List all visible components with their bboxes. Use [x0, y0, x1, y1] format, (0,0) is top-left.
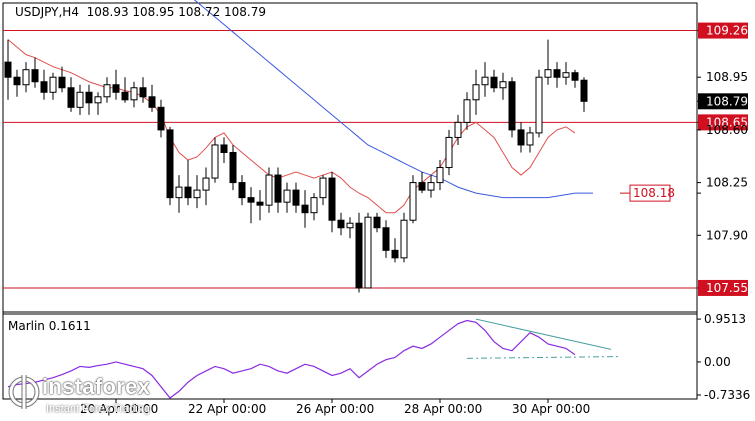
candle-body [148, 96, 156, 108]
instaforex-logo-icon [8, 375, 40, 409]
chart-header: USDJPY,H4 108.93 108.95 108.72 108.79 [15, 5, 266, 19]
candle-body [490, 76, 498, 89]
candle-body [40, 81, 48, 93]
candle-body [418, 182, 426, 191]
candle-body [157, 106, 165, 131]
watermark-tagline: Instant Forex Trading [46, 403, 150, 415]
candle-body [301, 204, 309, 214]
candle-body [247, 197, 255, 203]
candle-body [355, 222, 363, 289]
osc-y-tick-label: -0.7336 [704, 388, 750, 402]
candle-body [166, 129, 174, 199]
candle-body [310, 197, 318, 214]
fast-ma-line [7, 39, 576, 214]
candle-body [220, 144, 228, 153]
candle-body [193, 189, 201, 199]
symbol-label: USDJPY,H4 [15, 5, 79, 19]
candle-body [319, 177, 327, 199]
y-tick-label: 108.25 [706, 176, 748, 190]
candle-body [562, 72, 570, 78]
candle-body [337, 219, 345, 229]
candle-body [58, 76, 66, 89]
x-tick-label: 28 Apr 00:00 [404, 402, 482, 416]
candle-body [274, 174, 282, 203]
x-tick-label: 26 Apr 00:00 [296, 402, 374, 416]
x-tick-label: 22 Apr 00:00 [188, 402, 266, 416]
candle-body [553, 69, 561, 78]
candle-body [22, 69, 30, 86]
candle-body [373, 216, 381, 229]
candle-body [211, 144, 219, 179]
candle-body [535, 76, 543, 134]
candle-body [454, 121, 462, 138]
candle-body [499, 81, 507, 89]
y-tick-label: 109.26 [706, 24, 748, 38]
candle-body [427, 182, 435, 191]
y-tick-label: 107.90 [706, 228, 748, 242]
ohlc-label: 108.93 108.95 108.72 108.79 [86, 5, 267, 19]
candle-body [544, 69, 552, 78]
candle-body [49, 76, 57, 93]
indicator-label: Marlin 0.1611 [8, 319, 91, 333]
candle-body [364, 216, 372, 289]
candle-body [4, 61, 12, 78]
candle-body [31, 69, 39, 83]
candle-body [238, 182, 246, 199]
candle-body [202, 177, 210, 191]
candle-body [283, 189, 291, 203]
candle-body [571, 72, 579, 81]
candle-body [103, 84, 111, 98]
y-tick-label: 108.60 [706, 123, 748, 137]
candle-body [508, 81, 516, 131]
candle-body [184, 186, 192, 199]
candle-body [94, 96, 102, 104]
candle-body [121, 91, 129, 101]
osc-y-tick-label: 0.00 [704, 355, 731, 369]
y-tick-label: 107.55 [706, 281, 748, 295]
candle-body [13, 76, 21, 86]
candle-body [481, 76, 489, 86]
candle-body [175, 186, 183, 199]
osc-y-tick-label: 0.9513 [704, 312, 746, 326]
candle-body [580, 79, 588, 102]
y-tick-label: 108.79 [706, 94, 748, 108]
candle-body [85, 91, 93, 104]
candle-body [436, 167, 444, 184]
divergence-baseline [466, 356, 621, 359]
candle-body [292, 189, 300, 206]
candle-body [391, 249, 399, 259]
plot-frame [2, 2, 698, 400]
y-tick-label: 108.18 [633, 186, 675, 200]
candle-body [130, 87, 138, 101]
candle-body [139, 87, 147, 98]
candle-body [445, 136, 453, 169]
candle-body [346, 222, 354, 229]
candle-body [517, 129, 525, 146]
watermark-brand: instaforex [42, 374, 151, 399]
divergence-trendline [475, 318, 612, 350]
candle-body [229, 151, 237, 184]
x-tick-label: 30 Apr 00:00 [512, 402, 590, 416]
candle-body [76, 91, 84, 108]
candle-body [256, 201, 264, 206]
candle-body [409, 182, 417, 221]
candle-body [265, 174, 273, 206]
y-tick-label: 108.95 [706, 70, 748, 84]
candle-body [463, 99, 471, 123]
candle-body [472, 84, 480, 101]
candle-body [526, 132, 534, 146]
candle-body [67, 87, 75, 108]
candle-body [328, 177, 336, 221]
candle-body [382, 227, 390, 251]
chart-canvas: 109.26108.95108.79108.65108.60108.25108.… [2, 0, 750, 416]
candle-body [112, 84, 120, 93]
candle-body [400, 219, 408, 259]
